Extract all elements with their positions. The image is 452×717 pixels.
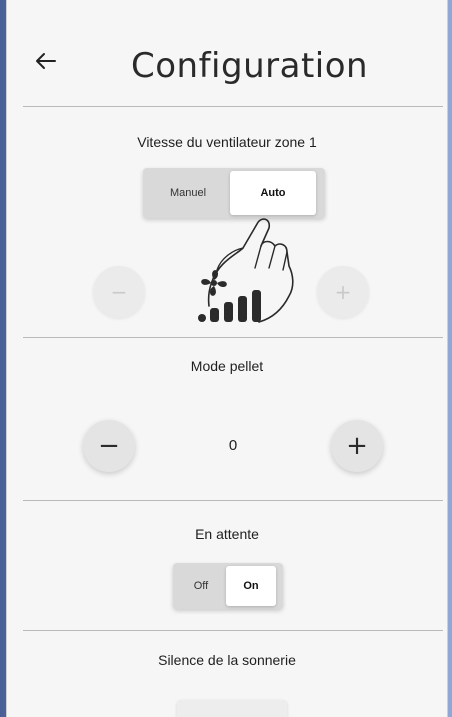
- back-button[interactable]: [33, 48, 59, 74]
- fan-speed-increase-button[interactable]: +: [317, 266, 369, 318]
- divider: [23, 630, 443, 631]
- plus-icon: +: [334, 280, 352, 304]
- pellet-mode-decrease-button[interactable]: −: [83, 420, 135, 472]
- header: Configuration: [7, 0, 447, 106]
- minus-icon: −: [110, 280, 128, 304]
- back-arrow-icon: [36, 53, 56, 69]
- standby-label: En attente: [195, 526, 259, 542]
- touch-hand-icon: [207, 218, 294, 323]
- ringer-silence-toggle[interactable]: [177, 700, 287, 717]
- fan-speed-label: Vitesse du ventilateur zone 1: [137, 134, 317, 150]
- standby-on-option[interactable]: On: [226, 566, 276, 606]
- pellet-mode-value: 0: [228, 437, 238, 454]
- standby-toggle: Off On: [173, 563, 283, 609]
- page-title: Configuration: [131, 46, 369, 86]
- divider: [23, 337, 443, 338]
- configuration-panel: Configuration Vitesse du ventilateur zon…: [6, 0, 448, 717]
- fan-mode-manual-option[interactable]: Manuel: [146, 171, 230, 215]
- fan-mode-auto-option[interactable]: Auto: [230, 171, 316, 215]
- device-screen: Configuration Vitesse du ventilateur zon…: [0, 0, 452, 717]
- pellet-mode-label: Mode pellet: [190, 358, 264, 374]
- pellet-mode-increase-button[interactable]: +: [331, 420, 383, 472]
- plus-icon: +: [346, 431, 368, 461]
- divider: [23, 500, 443, 501]
- divider: [23, 106, 443, 107]
- ringer-silence-label: Silence de la sonnerie: [158, 652, 296, 668]
- fan-speed-decrease-button[interactable]: −: [93, 266, 145, 318]
- standby-off-option[interactable]: Off: [176, 566, 226, 606]
- minus-icon: −: [98, 431, 120, 461]
